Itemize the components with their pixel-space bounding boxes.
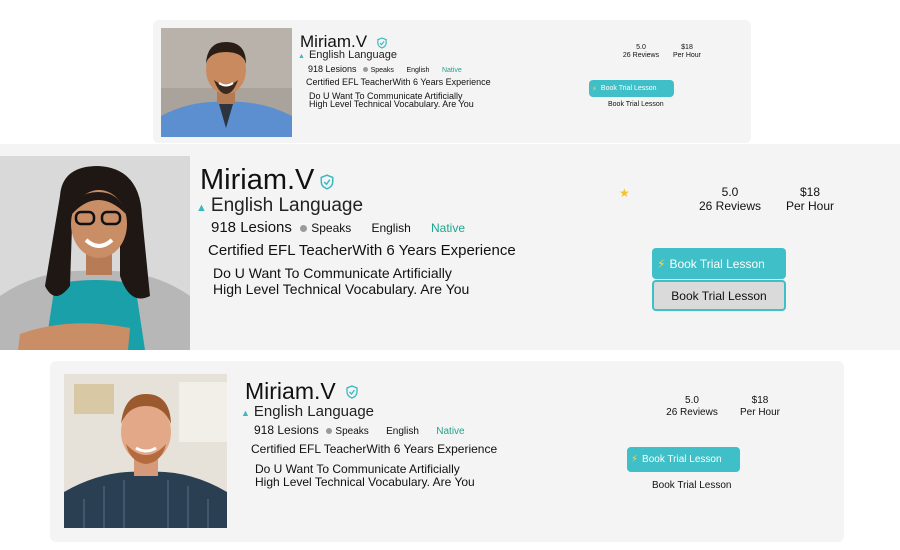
language-label: ▲ English Language bbox=[196, 195, 363, 217]
separator-dot bbox=[326, 427, 333, 434]
tutor-card-1: Miriam.V ▲ English Language 918 Lesions S… bbox=[153, 20, 751, 143]
description-line-2: High Level Technical Vocabulary. Are You bbox=[255, 475, 475, 489]
stats-row: 918 Lesions Speaks English Native bbox=[308, 64, 462, 74]
description-line-2: High Level Technical Vocabulary. Are You bbox=[213, 281, 470, 297]
reviews-count: 26 Reviews bbox=[622, 52, 660, 60]
star-icon: ★ bbox=[619, 186, 630, 200]
rating-block: 5.0 26 Reviews bbox=[694, 185, 766, 214]
native-badge: Native bbox=[430, 221, 465, 235]
book-trial-button[interactable]: ⚡ Book Trial Lesson bbox=[627, 447, 740, 472]
native-badge: Native bbox=[436, 426, 465, 437]
headline: Certified EFL TeacherWith 6 Years Experi… bbox=[208, 242, 516, 259]
book-trial-label: Book Trial Lesson bbox=[600, 85, 657, 92]
verified-shield-icon bbox=[377, 36, 387, 49]
price-block: $18 Per Hour bbox=[782, 185, 838, 214]
book-trial-label: Book Trial Lesson bbox=[669, 256, 765, 271]
speaks-language: English bbox=[386, 426, 419, 437]
book-trial-label: Book Trial Lesson bbox=[642, 454, 722, 465]
tutor-photo bbox=[64, 374, 227, 528]
price-value: $18 bbox=[681, 44, 693, 51]
price-unit: Per Hour bbox=[785, 198, 835, 213]
rating-block: 5.0 26 Reviews bbox=[616, 44, 666, 60]
lightning-bolt-icon: ⚡ bbox=[631, 454, 639, 465]
separator-dot bbox=[300, 224, 308, 232]
language-text: English Language bbox=[210, 195, 364, 216]
tutor-photo bbox=[0, 156, 190, 350]
speaks-label: Speaks bbox=[335, 426, 369, 437]
price-value: $18 bbox=[799, 185, 821, 199]
language-text: English Language bbox=[308, 49, 398, 61]
description-line-1: Do U Want To Communicate Artificially bbox=[255, 462, 460, 476]
lessons-count: 918 Lesions bbox=[211, 219, 292, 236]
book-trial-secondary-button[interactable]: Book Trial Lesson bbox=[652, 480, 732, 491]
tutor-name: Miriam.V bbox=[200, 164, 315, 196]
tutor-name: Miriam.V bbox=[245, 378, 336, 404]
language-label: ▲ English Language bbox=[298, 49, 397, 61]
headline: Certified EFL TeacherWith 6 Years Experi… bbox=[306, 77, 491, 87]
lessons-count: 918 Lesions bbox=[254, 423, 319, 437]
language-text: English Language bbox=[253, 403, 375, 420]
lightning-bolt-icon: ⚡ bbox=[592, 85, 597, 93]
book-trial-secondary-button[interactable]: Book Trial Lesson bbox=[608, 101, 664, 108]
description-line-2: High Level Technical Vocabulary. Are You bbox=[309, 99, 474, 109]
lessons-count: 918 Lesions bbox=[308, 64, 357, 74]
separator-dot bbox=[363, 67, 369, 73]
speaks-language: English bbox=[406, 67, 430, 74]
graduation-cap-icon: ▲ bbox=[298, 53, 305, 60]
book-trial-button[interactable]: ⚡ Book Trial Lesson bbox=[589, 80, 674, 97]
book-trial-secondary-button[interactable]: Book Trial Lesson bbox=[652, 280, 786, 311]
rating-value: 5.0 bbox=[721, 185, 739, 199]
speaks-label: Speaks bbox=[311, 221, 352, 235]
reviews-count: 26 Reviews bbox=[698, 198, 762, 213]
native-badge: Native bbox=[441, 67, 462, 74]
price-value: $18 bbox=[751, 395, 769, 406]
verified-shield-icon bbox=[320, 174, 334, 190]
price-unit: Per Hour bbox=[672, 52, 701, 60]
tutor-card-2: Miriam.V ▲ English Language 918 Lesions S… bbox=[0, 144, 900, 350]
description-line-1: Do U Want To Communicate Artificially bbox=[213, 265, 452, 281]
reviews-count: 26 Reviews bbox=[666, 406, 718, 418]
graduation-cap-icon: ▲ bbox=[196, 202, 207, 214]
rating-value: 5.0 bbox=[685, 395, 699, 406]
headline: Certified EFL TeacherWith 6 Years Experi… bbox=[251, 442, 498, 456]
speaks-language: English bbox=[371, 221, 411, 235]
stats-row: 918 Lesions Speaks English Native bbox=[254, 423, 465, 437]
verified-shield-icon bbox=[346, 385, 358, 399]
tutor-card-3: Miriam.V ▲ English Language 918 Lesions S… bbox=[50, 361, 844, 542]
tutor-photo bbox=[161, 28, 292, 137]
language-label: ▲ English Language bbox=[241, 403, 374, 420]
price-block: $18 Per Hour bbox=[667, 44, 707, 60]
price-unit: Per Hour bbox=[739, 406, 780, 418]
rating-block: 5.0 26 Reviews bbox=[663, 395, 721, 418]
stats-row: 918 Lesions Speaks English Native bbox=[211, 219, 465, 236]
speaks-label: Speaks bbox=[370, 67, 394, 74]
rating-value: 5.0 bbox=[636, 44, 646, 51]
graduation-cap-icon: ▲ bbox=[241, 408, 250, 418]
lightning-bolt-icon: ⚡ bbox=[657, 256, 666, 271]
price-block: $18 Per Hour bbox=[736, 395, 784, 418]
book-trial-button[interactable]: ⚡ Book Trial Lesson bbox=[652, 248, 786, 279]
